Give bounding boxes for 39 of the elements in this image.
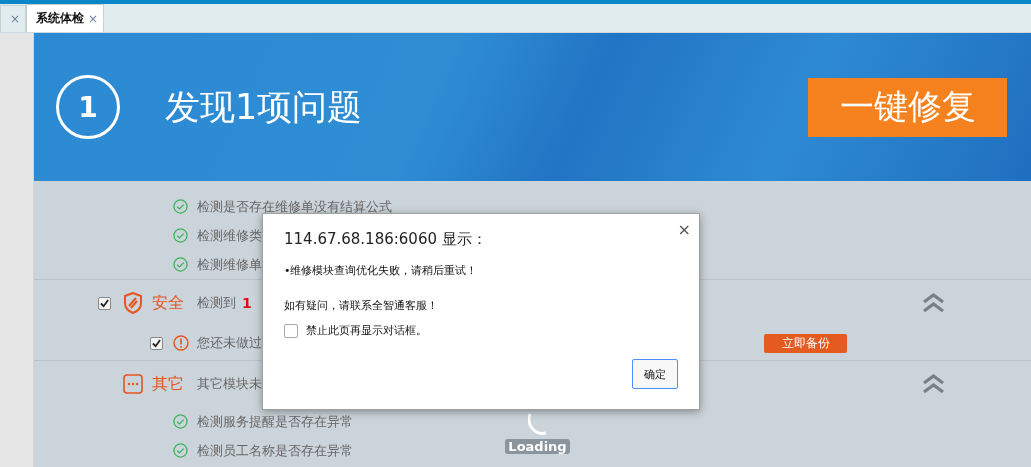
checkbox-label: 禁止此页再显示对话框。 [306,323,427,338]
check-circle-icon [173,199,188,214]
check-item-text: 检测员工名称是否存在异常 [197,441,353,460]
category-name: 安全 [152,292,185,314]
check-circle-icon [173,443,188,458]
warning-icon [173,335,189,351]
tab[interactable]: 系统体检 × [26,4,105,32]
checkbox[interactable] [284,323,298,338]
warning-text: 您还未做过 [197,334,262,352]
check-circle-icon [173,414,188,429]
dialog-note: 如有疑问，请联系全智通客服！ [284,298,439,313]
checkbox[interactable] [98,296,111,310]
step-number: 1 [56,75,120,139]
close-icon[interactable]: × [10,12,21,26]
loading-text: Loading [505,439,570,454]
spinner-icon [527,413,548,435]
check-item-text: 检测服务提醒是否存在异常 [197,412,353,431]
collapse-icon[interactable] [922,293,945,313]
dialog-message: •维修模块查询优化失败，请稍后重试！ [284,263,479,278]
category-name: 其它 [152,373,185,395]
backup-button[interactable]: 立即备份 [764,333,847,353]
check-item-text: 检测维修单 [197,255,262,274]
issue-count: 1 [242,295,252,311]
tab[interactable]: × [0,5,27,32]
check-item-text: 检测是否存在维修单没有结算公式 [197,197,392,216]
category-summary: 检测到 [197,294,236,312]
check-circle-icon [173,228,188,243]
dialog-title: 114.67.68.186:6060 显示： [284,230,488,249]
fix-button[interactable]: 一键修复 [808,77,1007,137]
checkbox[interactable] [150,336,163,350]
shield-icon [123,292,143,314]
ok-button[interactable]: 确定 [632,359,678,389]
close-icon[interactable]: × [88,11,99,26]
collapse-icon[interactable] [922,374,945,394]
category-summary: 其它模块未 [197,375,262,393]
more-icon [123,374,143,394]
result-title: 发现1项问题 [165,85,364,129]
check-item-text: 检测维修类 [197,226,262,245]
check-circle-icon [173,257,188,272]
